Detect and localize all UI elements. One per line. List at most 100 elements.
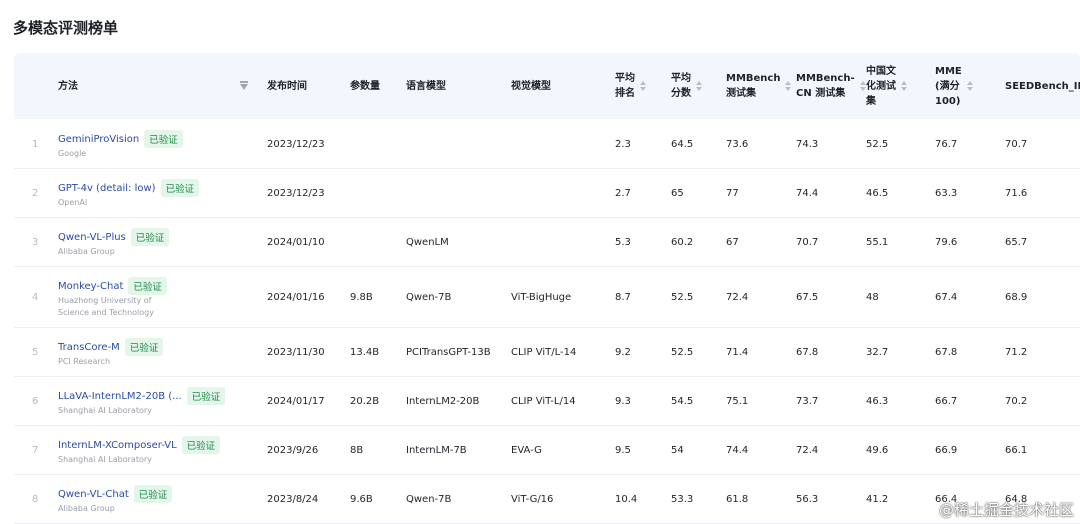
seedbench-label: SEEDBench_IM xyxy=(1005,80,1080,92)
table-row[interactable]: 8 Qwen-VL-Chat 已验证 Alibaba Group 2023/8/2… xyxy=(14,475,1080,524)
language-model: Qwen-7B xyxy=(406,292,452,303)
release-date: 2023/11/30 xyxy=(267,347,325,358)
mmbench-score: 67 xyxy=(726,237,739,248)
seedbench-score: 71.6 xyxy=(1005,188,1028,199)
column-header-method[interactable]: 方法 xyxy=(58,53,78,119)
mmbench-cn-score: 56.3 xyxy=(796,494,819,505)
column-header-mmbench[interactable]: MMBench 测试集 xyxy=(726,53,792,119)
table-row[interactable]: 5 TransCore-M 已验证 PCI Research 2023/11/30… xyxy=(14,328,1080,377)
language-model: InternLM-7B xyxy=(406,445,467,456)
row-index: 5 xyxy=(32,347,39,358)
release-date: 2023/12/23 xyxy=(267,188,325,199)
release-date: 2024/01/10 xyxy=(267,237,325,248)
avg-rank-label-line1: 平均 xyxy=(615,73,635,84)
model-name-link[interactable]: InternLM-XComposer-VL xyxy=(58,440,177,451)
mmbench-score: 73.6 xyxy=(726,139,749,150)
mmbench-score: 72.4 xyxy=(726,292,749,303)
mme-score: 66.9 xyxy=(935,445,958,456)
avg-score: 54.5 xyxy=(671,396,694,407)
mme-score: 63.3 xyxy=(935,188,958,199)
model-name-link[interactable]: Qwen-VL-Chat xyxy=(58,489,129,500)
sort-icon[interactable] xyxy=(859,81,866,91)
mme-score: 66.7 xyxy=(935,396,958,407)
model-name-link[interactable]: Monkey-Chat xyxy=(58,281,123,292)
column-header-params[interactable]: 参数量 xyxy=(350,53,380,119)
seedbench-score: 66.1 xyxy=(1005,445,1028,456)
language-model: PCITransGPT-13B xyxy=(406,347,491,358)
org-name: PCI Research xyxy=(58,357,111,366)
sort-icon[interactable] xyxy=(901,81,907,91)
model-name-link[interactable]: GeminiProVision xyxy=(58,134,139,145)
verified-badge: 已验证 xyxy=(181,436,221,454)
verified-badge: 已验证 xyxy=(124,338,164,356)
method-cell: InternLM-XComposer-VL 已验证 Shanghai AI Lab… xyxy=(58,436,221,466)
chinese-culture-score: 55.1 xyxy=(866,237,889,248)
table-row[interactable]: 6 LLaVA-InternLM2-20B (... 已验证 Shanghai A… xyxy=(14,377,1080,426)
avg-rank: 9.3 xyxy=(615,396,631,407)
method-cell: Monkey-Chat 已验证 Huazhong University of Sc… xyxy=(58,277,167,319)
table-row[interactable]: 1 GeminiProVision 已验证 Google 2023/12/23 2… xyxy=(14,119,1080,169)
row-index: 7 xyxy=(32,445,39,456)
param-count: 9.8B xyxy=(350,292,373,303)
chinese-label-line2: 化测试 xyxy=(866,80,896,92)
avg-score-label-line2: 分数 xyxy=(671,88,691,99)
sort-icon[interactable] xyxy=(640,81,646,91)
sort-icon[interactable] xyxy=(966,81,973,91)
verified-badge: 已验证 xyxy=(186,387,226,405)
column-header-release[interactable]: 发布时间 xyxy=(267,53,307,119)
sort-icon[interactable] xyxy=(696,81,702,91)
column-header-chinese-culture[interactable]: 中国文 化测试集 xyxy=(866,53,907,119)
method-cell: GeminiProVision 已验证 Google xyxy=(58,130,183,160)
column-header-avg-rank[interactable]: 平均 排名 xyxy=(615,53,646,119)
org-name: Alibaba Group xyxy=(58,247,115,256)
chinese-culture-score: 52.5 xyxy=(866,139,889,150)
column-header-vis-model[interactable]: 视觉模型 xyxy=(511,53,551,119)
verified-badge: 已验证 xyxy=(128,277,167,295)
model-name-link[interactable]: TransCore-M xyxy=(58,342,120,353)
avg-score: 52.5 xyxy=(671,292,694,303)
table-row[interactable]: 3 Qwen-VL-Plus 已验证 Alibaba Group 2024/01/… xyxy=(14,218,1080,267)
mmbench-cn-score: 73.7 xyxy=(796,396,819,407)
language-model: InternLM2-20B xyxy=(406,396,480,407)
org-name: OpenAI xyxy=(58,198,88,207)
param-count: 9.6B xyxy=(350,494,373,505)
mme-label-line2: (满分 xyxy=(935,80,960,92)
column-header-mmbench-cn[interactable]: MMBench- CN 测试集 xyxy=(796,53,866,119)
avg-rank: 2.3 xyxy=(615,139,631,150)
chinese-culture-score: 41.2 xyxy=(866,494,889,505)
model-name-link[interactable]: Qwen-VL-Plus xyxy=(58,232,126,243)
table-row[interactable]: 2 GPT-4v (detail: low) 已验证 OpenAI 2023/12… xyxy=(14,169,1080,218)
param-count: 20.2B xyxy=(350,396,380,407)
column-header-avg-score[interactable]: 平均 分数 xyxy=(671,53,702,119)
column-header-vis-model-label: 视觉模型 xyxy=(511,80,551,92)
model-name-link[interactable]: GPT-4v (detail: low) xyxy=(58,183,156,194)
method-cell: GPT-4v (detail: low) 已验证 OpenAI xyxy=(58,179,200,209)
column-header-params-label: 参数量 xyxy=(350,80,380,92)
org-name: Huazhong University of xyxy=(58,296,152,305)
sort-icon[interactable] xyxy=(785,81,792,91)
mmbench-cn-score: 72.4 xyxy=(796,445,819,456)
column-header-lang-model[interactable]: 语言模型 xyxy=(406,53,446,119)
mmbench-score: 75.1 xyxy=(726,396,749,407)
avg-rank: 9.5 xyxy=(615,445,631,456)
release-date: 2024/01/16 xyxy=(267,292,325,303)
vision-model: ViT-BigHuge xyxy=(511,292,572,303)
chinese-culture-score: 49.6 xyxy=(866,445,889,456)
avg-rank-label-line2: 排名 xyxy=(615,88,635,99)
org-name-line2: Science and Technology xyxy=(58,308,154,317)
org-name: Alibaba Group xyxy=(58,504,115,513)
avg-score: 65 xyxy=(671,188,684,199)
mme-score: 67.4 xyxy=(935,292,958,303)
method-cell: Qwen-VL-Plus 已验证 Alibaba Group xyxy=(58,228,170,258)
row-index: 4 xyxy=(32,292,39,303)
column-header-seedbench[interactable]: SEEDBench_IM xyxy=(1005,53,1080,119)
table-row[interactable]: 7 InternLM-XComposer-VL 已验证 Shanghai AI L… xyxy=(14,426,1080,475)
table-header: 方法 发布时间 参数量 语言模型 视觉模型 平均排名 平均 分数 MMBench 测… xyxy=(14,53,1080,119)
method-cell: Qwen-VL-Chat 已验证 Alibaba Group xyxy=(58,485,173,515)
column-header-mme[interactable]: MME (满分 100) xyxy=(935,53,973,119)
model-name-link[interactable]: LLaVA-InternLM2-20B (... xyxy=(58,391,182,402)
org-name: Google xyxy=(58,149,87,158)
table-row[interactable]: 4 Monkey-Chat 已验证 Huazhong University of … xyxy=(14,267,1080,328)
filter-icon[interactable] xyxy=(239,81,249,91)
leaderboard-table: 方法 发布时间 参数量 语言模型 视觉模型 平均排名 平均 分数 MMBench 测… xyxy=(14,53,1080,524)
